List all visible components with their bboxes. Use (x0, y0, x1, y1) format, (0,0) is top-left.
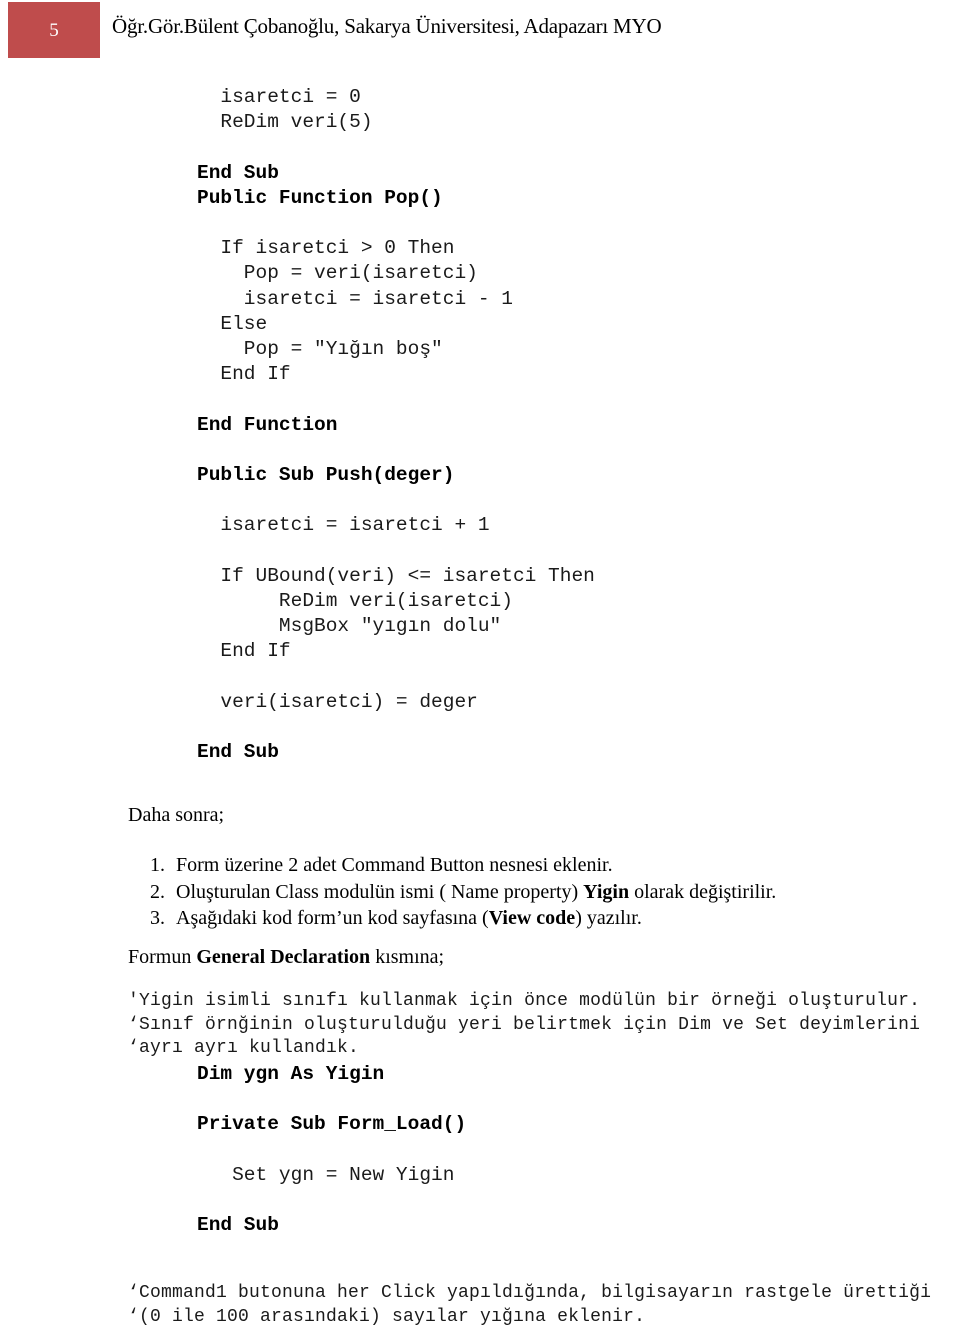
class-module-code-block: isaretci = 0 ReDim veri(5) End SubPublic… (197, 85, 595, 765)
code-line (197, 488, 595, 513)
command-button-comments: ‘Command1 butonuna her Click yapıldığınd… (128, 1282, 931, 1329)
code-line: Pop = veri(isaretci) (197, 261, 595, 286)
list-item: Form üzerine 2 adet Command Button nesne… (170, 852, 776, 879)
comment-line: ‘(0 ile 100 arasındaki) sayılar yığına e… (128, 1306, 931, 1329)
comment-line: ‘Command1 butonuna her Click yapıldığınd… (128, 1282, 931, 1306)
page-number-label: 5 (49, 21, 59, 40)
code-line (197, 1087, 466, 1112)
page-title: Öğr.Gör.Bülent Çobanoğlu, Sakarya Üniver… (112, 14, 661, 39)
code-line (197, 539, 595, 564)
code-line (197, 438, 595, 463)
code-line: veri(isaretci) = deger (197, 690, 595, 715)
step-3-suffix: ) yazılır. (575, 907, 642, 929)
step-2-prefix: Oluşturulan Class modulün ismi ( Name pr… (176, 881, 583, 903)
code-line: isaretci = isaretci - 1 (197, 287, 595, 312)
code-line (197, 211, 595, 236)
code-line: ReDim veri(5) (197, 110, 595, 135)
code-line: Set ygn = New Yigin (197, 1163, 466, 1188)
formun-suffix: kısmına; (370, 946, 444, 968)
formun-general-declaration-line: Formun General Declaration kısmına; (128, 945, 444, 970)
code-line: End If (197, 362, 595, 387)
code-line (197, 1188, 466, 1213)
steps-list: Form üzerine 2 adet Command Button nesne… (128, 852, 776, 932)
list-item: Oluşturulan Class modulün ismi ( Name pr… (170, 879, 776, 906)
page-number-badge: 5 (8, 2, 100, 58)
daha-sonra-text: Daha sonra; (128, 803, 224, 828)
comment-line: ‘ayrı ayrı kullandık. (128, 1037, 920, 1061)
code-line: End If (197, 639, 595, 664)
code-line: Private Sub Form_Load() (197, 1112, 466, 1137)
code-line (197, 1138, 466, 1163)
code-line: ReDim veri(isaretci) (197, 589, 595, 614)
code-line: isaretci = 0 (197, 85, 595, 110)
formun-emphasis: General Declaration (196, 946, 370, 968)
code-line: If isaretci > 0 Then (197, 236, 595, 261)
list-item: Aşağıdaki kod form’un kod sayfasına (Vie… (170, 905, 776, 932)
code-line: MsgBox "yıgın dolu" (197, 614, 595, 639)
code-line: Public Sub Push(deger) (197, 463, 595, 488)
step-2-suffix: olarak değiştirilir. (629, 881, 776, 903)
code-line (197, 135, 595, 160)
code-line: Else (197, 312, 595, 337)
page-header: 5 Öğr.Gör.Bülent Çobanoğlu, Sakarya Üniv… (0, 0, 960, 62)
code-line: End Sub (197, 740, 595, 765)
code-line: If UBound(veri) <= isaretci Then (197, 564, 595, 589)
code-line: End Function (197, 413, 595, 438)
code-line: Public Function Pop() (197, 186, 595, 211)
step-3-prefix: Aşağıdaki kod form’un kod sayfasına ( (176, 907, 489, 929)
step-2-emphasis: Yigin (583, 881, 629, 903)
comment-line: 'Yigin isimli sınıfı kullanmak için önce… (128, 990, 920, 1014)
code-line: isaretci = isaretci + 1 (197, 513, 595, 538)
general-declaration-comments: 'Yigin isimli sınıfı kullanmak için önce… (128, 990, 920, 1061)
comment-line: ‘Sınıf örnğinin oluşturulduğu yeri belir… (128, 1014, 920, 1038)
code-line: End Sub (197, 161, 595, 186)
step-1-text: Form üzerine 2 adet Command Button nesne… (176, 854, 613, 876)
step-3-emphasis: View code (489, 907, 575, 929)
code-line: Pop = "Yığın boş" (197, 337, 595, 362)
code-line (197, 715, 595, 740)
code-line: Dim ygn As Yigin (197, 1062, 466, 1087)
formun-prefix: Formun (128, 946, 196, 968)
code-line (197, 387, 595, 412)
form-code-block: Dim ygn As Yigin Private Sub Form_Load()… (197, 1062, 466, 1238)
code-line: End Sub (197, 1213, 466, 1238)
code-line (197, 665, 595, 690)
